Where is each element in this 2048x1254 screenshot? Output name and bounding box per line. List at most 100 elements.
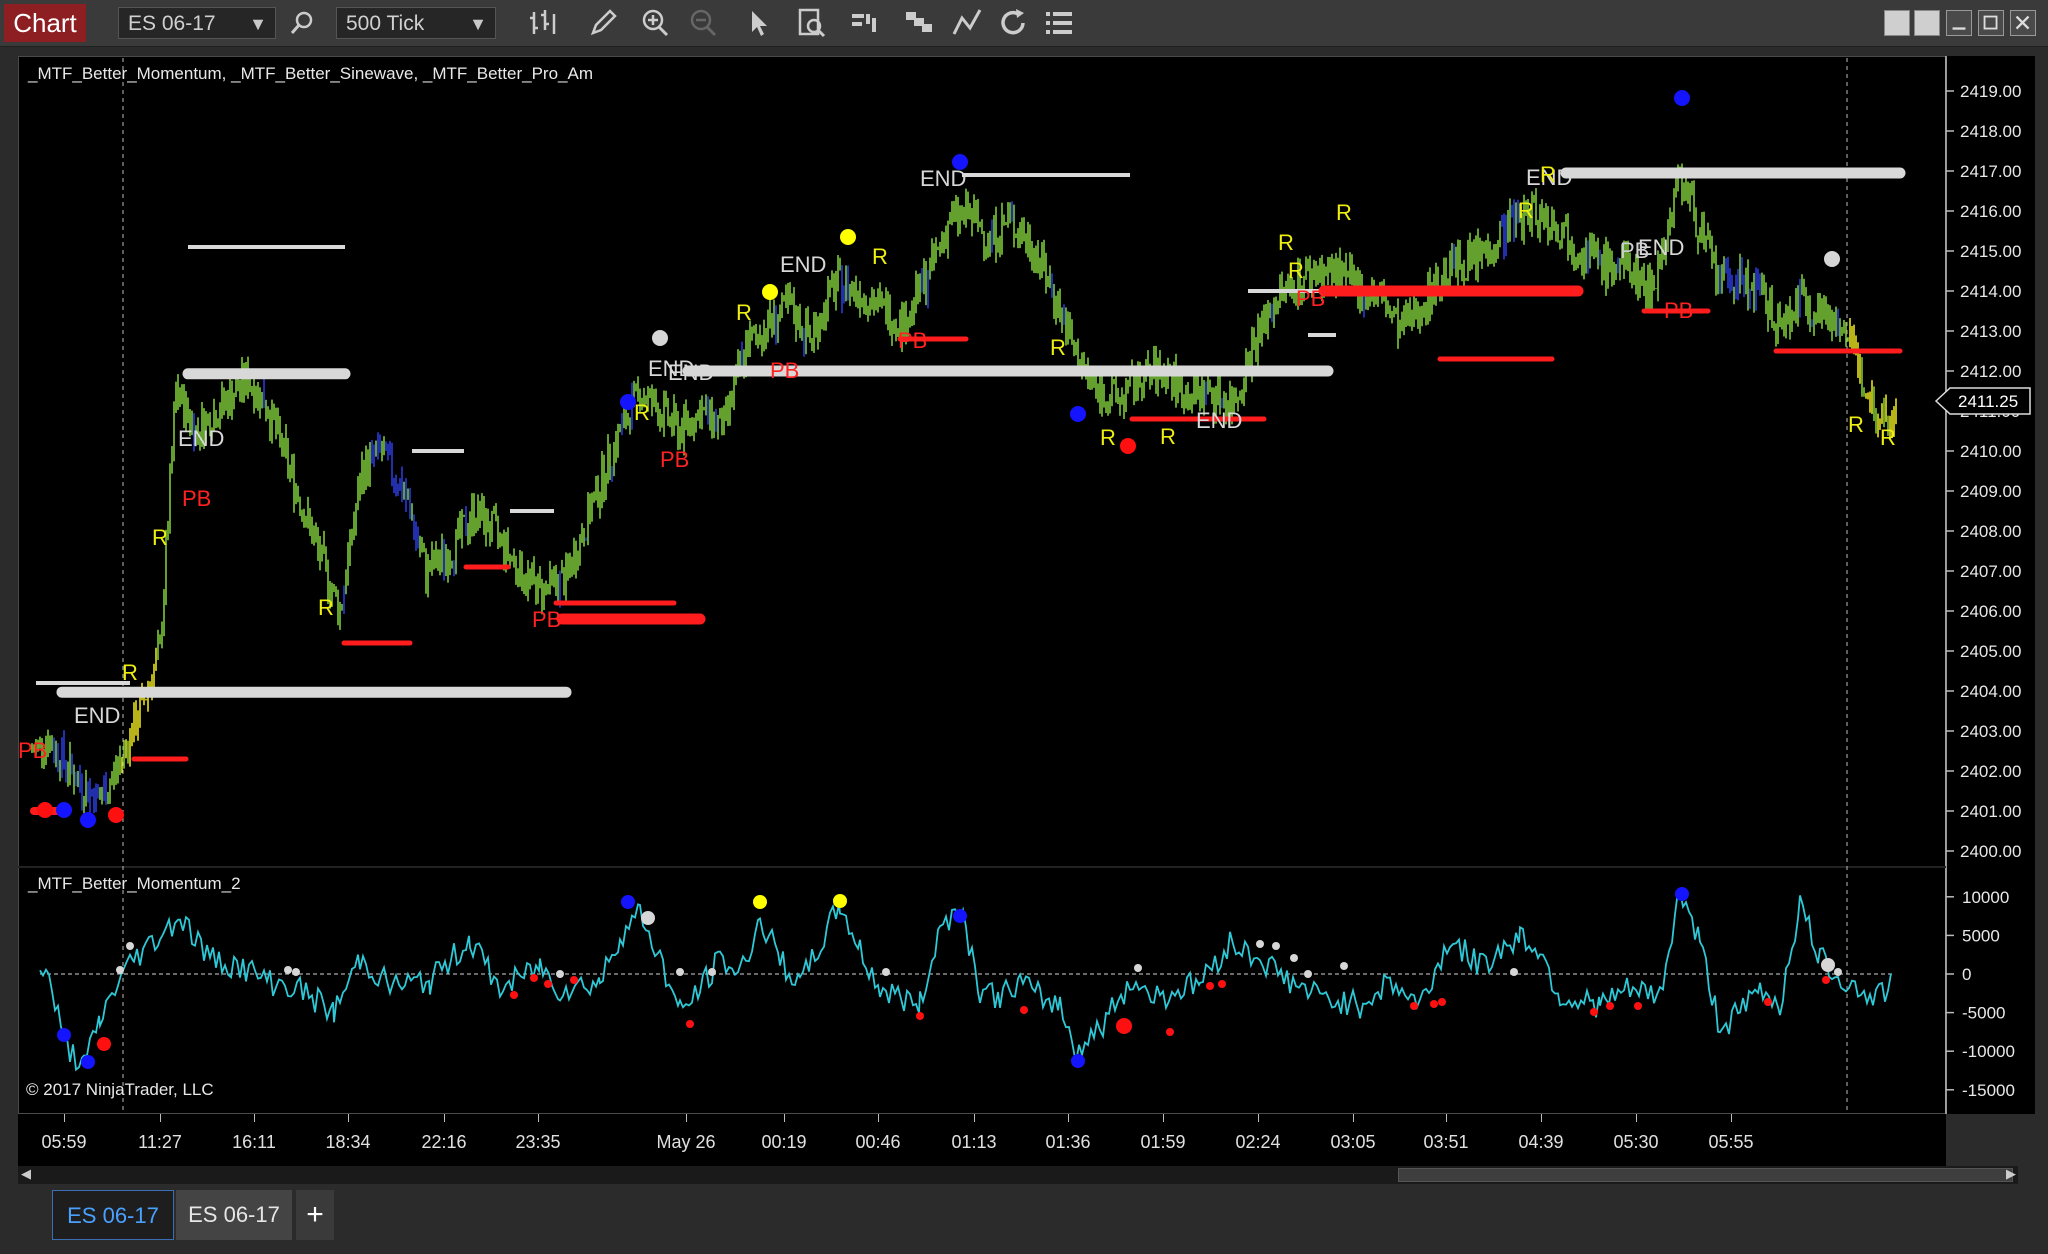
- end-annotation: END: [1196, 408, 1242, 433]
- momentum-axis-label: -15000: [1962, 1081, 2015, 1100]
- momentum-signal-dot: [292, 968, 300, 976]
- momentum-signal-dot: [1206, 982, 1214, 990]
- pullback-annotation: PB: [770, 358, 799, 383]
- time-axis-tick: [160, 1114, 161, 1122]
- momentum-axis-label: -5000: [1962, 1004, 2005, 1023]
- time-axis-label: 01:59: [1140, 1132, 1186, 1152]
- chart-tab-bar: ES 06-17 ES 06-17 +: [0, 1186, 2048, 1254]
- momentum-signal-dot: [1340, 962, 1348, 970]
- signal-dot: [1674, 90, 1690, 106]
- signal-dot: [620, 394, 636, 410]
- reversal-annotation: R: [872, 244, 888, 269]
- momentum-signal-dot: [686, 1020, 694, 1028]
- time-axis-tick: [1353, 1114, 1354, 1122]
- time-axis-tick: [1636, 1114, 1637, 1122]
- price-axis-label: 2419.00: [1960, 82, 2021, 101]
- reversal-annotation: R: [1100, 425, 1116, 450]
- momentum-signal-dot: [1166, 1028, 1174, 1036]
- tab-es-06-17[interactable]: ES 06-17: [176, 1190, 292, 1240]
- reversal-annotation: R: [1278, 230, 1294, 255]
- signal-dot: [1120, 438, 1136, 454]
- reversal-annotation: R: [122, 660, 138, 685]
- price-axis-label: 2405.00: [1960, 642, 2021, 661]
- time-axis-tick: [64, 1114, 65, 1122]
- time-axis-tick: [784, 1114, 785, 1122]
- time-axis[interactable]: 05:59 11:27 16:11 18:34 22:16 23:35 May 26 00:1…: [18, 1114, 1946, 1166]
- reversal-annotation: R: [318, 595, 334, 620]
- price-axis-label: 2410.00: [1960, 442, 2021, 461]
- momentum-signal-dot: [544, 980, 552, 988]
- momentum-signal-dot: [556, 970, 564, 978]
- price-axis-label: 2401.00: [1960, 802, 2021, 821]
- time-axis-tick: [974, 1114, 975, 1122]
- signal-dot: [1070, 406, 1086, 422]
- pullback-annotation: PB: [18, 738, 47, 763]
- reversal-annotation: R: [1848, 412, 1864, 437]
- copyright-notice: © 2017 NinjaTrader, LLC: [26, 1080, 214, 1099]
- chart-canvas: 2419.00 2418.00 2417.00 2416.00 2415.00 2414.…: [18, 56, 2031, 1114]
- time-axis-tick: [686, 1114, 687, 1122]
- time-axis-tick: [1541, 1114, 1542, 1122]
- momentum-signal-dot: [1430, 1000, 1438, 1008]
- time-axis-label: May 26: [656, 1132, 716, 1152]
- momentum-signal-dot: [284, 966, 292, 974]
- tab-es-06-17-active[interactable]: ES 06-17: [52, 1190, 174, 1240]
- time-axis-label: 22:16: [421, 1132, 467, 1152]
- momentum-axis-label: -10000: [1962, 1042, 2015, 1061]
- momentum-signal-dot: [1071, 1054, 1085, 1068]
- signal-dot: [80, 812, 96, 828]
- momentum-signal-dot: [676, 968, 684, 976]
- momentum-signal-dot: [1020, 1006, 1028, 1014]
- momentum-signal-dot: [1764, 998, 1772, 1006]
- time-axis-label: 05:55: [1708, 1132, 1754, 1152]
- momentum-signal-dot: [510, 991, 518, 999]
- price-axis-label: 2413.00: [1960, 322, 2021, 341]
- pullback-annotation: PB: [532, 607, 561, 632]
- reversal-annotation: R: [152, 525, 168, 550]
- momentum-signal-dot: [1272, 942, 1280, 950]
- momentum-signal-dot: [1218, 980, 1226, 988]
- end-annotation: END: [74, 703, 120, 728]
- momentum-signal-dot: [1675, 887, 1689, 901]
- pullback-annotation: PB: [182, 486, 211, 511]
- time-axis-label: 01:13: [951, 1132, 997, 1152]
- momentum-signal-dot: [833, 894, 847, 908]
- time-axis-label: 00:46: [855, 1132, 901, 1152]
- scrollbar-thumb[interactable]: [1398, 1168, 2013, 1182]
- signal-dot: [652, 330, 668, 346]
- momentum-signal-dot: [1606, 1002, 1614, 1010]
- momentum-signal-dot: [1410, 1002, 1418, 1010]
- add-tab-button[interactable]: +: [296, 1190, 334, 1240]
- time-axis-label: 04:39: [1518, 1132, 1564, 1152]
- time-axis-tick: [1731, 1114, 1732, 1122]
- momentum-axis-label: 5000: [1962, 926, 2000, 945]
- momentum-signal-dot: [1438, 998, 1446, 1006]
- time-axis-tick: [1163, 1114, 1164, 1122]
- momentum-signal-dot: [81, 1055, 95, 1069]
- momentum-signal-dot: [1304, 970, 1312, 978]
- momentum-signal-dot: [97, 1037, 111, 1051]
- momentum-signal-dot: [1290, 954, 1298, 962]
- signal-dot: [108, 807, 124, 823]
- momentum-signal-dot: [708, 968, 716, 976]
- scroll-right-icon[interactable]: ▶: [2006, 1166, 2016, 1182]
- momentum-signal-dot: [753, 895, 767, 909]
- time-axis-label: 11:27: [138, 1132, 182, 1152]
- end-annotation: END: [780, 252, 826, 277]
- reversal-annotation: R: [1518, 198, 1534, 223]
- momentum-signal-dot: [116, 966, 124, 974]
- signal-dot: [840, 229, 856, 245]
- momentum-signal-dot: [1116, 1018, 1132, 1034]
- time-axis-tick: [538, 1114, 539, 1122]
- momentum-signal-dot: [1634, 1002, 1642, 1010]
- price-axis-label: 2403.00: [1960, 722, 2021, 741]
- time-axis-tick: [878, 1114, 879, 1122]
- price-axis-label: 2409.00: [1960, 482, 2021, 501]
- scroll-left-icon[interactable]: ◀: [21, 1166, 31, 1182]
- horizontal-scrollbar[interactable]: ◀ ▶: [18, 1166, 2018, 1184]
- time-axis-label: 03:51: [1423, 1132, 1469, 1152]
- signal-dot: [37, 802, 53, 818]
- momentum-signal-dot: [1821, 958, 1835, 972]
- time-axis-label: 01:36: [1045, 1132, 1091, 1152]
- momentum-signal-dot: [882, 968, 890, 976]
